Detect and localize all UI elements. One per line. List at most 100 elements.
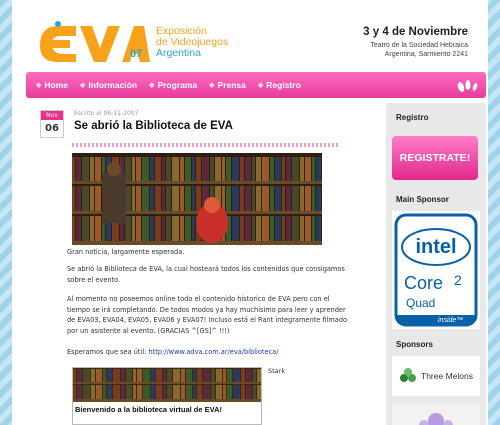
book-spine — [103, 369, 106, 382]
book-spine — [163, 369, 166, 382]
intel-sponsor-logo[interactable]: intel Core 2 Quad inside™ — [392, 211, 480, 329]
intel-word: intel — [415, 236, 456, 258]
book-spine — [167, 369, 172, 382]
book-spine — [192, 186, 195, 211]
book-spine — [91, 369, 95, 382]
book-spine — [77, 385, 82, 399]
book-spine — [76, 186, 81, 211]
book-spine — [316, 216, 321, 241]
book-spine — [211, 385, 215, 399]
book-spine — [136, 216, 141, 241]
nav-item-label: Registro — [266, 80, 301, 90]
book-spine — [282, 216, 285, 241]
bullet-icon: ◆ — [80, 82, 86, 89]
book-spine — [203, 385, 210, 399]
book-spine — [222, 157, 225, 181]
sponsor-logo-partial[interactable] — [392, 403, 480, 425]
book-spine — [305, 186, 311, 211]
book-spine — [173, 385, 180, 399]
book-spine — [286, 157, 291, 181]
sidebar: Registro REGISTRATE! Main Sponsor intel … — [386, 103, 486, 425]
book-spine — [223, 385, 226, 399]
book-spine — [253, 369, 256, 382]
book-spine — [256, 157, 261, 181]
book-spine — [222, 186, 225, 211]
book-spine — [156, 369, 162, 382]
nav-item-prensa[interactable]: ◆ Prensa — [209, 80, 246, 90]
book-spine — [180, 216, 184, 241]
book-spine — [246, 385, 252, 399]
book-spine — [192, 157, 195, 181]
nav-item-registro[interactable]: ◆ Registro — [258, 80, 301, 90]
book-spine — [132, 216, 135, 241]
event-place-line-1: Teatro de la Sociedad Hebraica — [370, 42, 468, 49]
book-spine — [252, 216, 255, 241]
book-spine — [240, 186, 244, 211]
sponsor-name: Three Melons — [421, 371, 473, 381]
book-spine — [292, 186, 299, 211]
book-spine — [181, 369, 185, 382]
post-paragraph-1: Gran noticia, largamente esperada. — [67, 248, 185, 256]
book-spine — [196, 186, 201, 211]
registro-title: Registro — [396, 113, 429, 122]
book-spine — [166, 157, 171, 181]
logo-tagline: Exposición de Videojuegos Argentina — [156, 26, 228, 59]
three-melons-sponsor[interactable]: Three Melons — [392, 356, 480, 396]
melons-icon — [400, 368, 417, 382]
biblioteca-link[interactable]: http://www.adva.com.ar/eva/biblioteca/ — [148, 348, 278, 356]
sponsors-title: Sponsors — [396, 340, 433, 349]
library-hero-image — [72, 153, 322, 245]
book-spine — [103, 385, 106, 399]
book-spine — [232, 216, 239, 241]
intel-inside: inside™ — [438, 317, 463, 324]
post-title[interactable]: Se abrió la Biblioteca de EVA — [74, 120, 233, 132]
book-spine — [232, 157, 239, 181]
book-spine — [282, 186, 285, 211]
book-spine — [300, 216, 304, 241]
date-day: 06 — [45, 123, 59, 134]
book-spine — [275, 216, 281, 241]
book-spine — [233, 369, 240, 382]
intel-core: Core — [404, 273, 443, 293]
book-spine — [137, 369, 142, 382]
register-button[interactable]: REGISTRATE! — [392, 136, 478, 180]
book-spine — [300, 157, 304, 181]
nav-item-label: Prensa — [217, 80, 246, 90]
book-spine — [286, 186, 291, 211]
book-spine — [216, 369, 222, 382]
book-spine — [202, 157, 209, 181]
book-spine — [245, 216, 251, 241]
book-spine — [215, 157, 221, 181]
post-written-date: Escrito el 06-11-2007 — [74, 110, 139, 117]
book-spine — [185, 157, 191, 181]
book-spine — [257, 385, 261, 399]
book-spine — [95, 216, 101, 241]
book-spine — [257, 369, 261, 382]
book-spine — [275, 157, 281, 181]
book-spine — [151, 385, 155, 399]
book-spine — [143, 385, 150, 399]
book-spine — [185, 216, 191, 241]
book-spine — [162, 216, 165, 241]
logo-line-3: Argentina — [156, 47, 201, 59]
book-spine — [305, 216, 311, 241]
book-spine — [262, 157, 269, 181]
book-spine — [196, 157, 201, 181]
nav-item-informacion[interactable]: ◆ Información — [80, 80, 137, 90]
splash-icon — [457, 80, 478, 92]
book-spine — [275, 186, 281, 211]
book-spine — [72, 157, 75, 181]
date-month: Nov — [41, 111, 63, 120]
intel-logo-icon: intel Core 2 Quad inside™ — [394, 213, 478, 327]
book-spine — [133, 369, 136, 382]
nav-item-programa[interactable]: ◆ Programa — [149, 80, 197, 90]
book-spine — [72, 216, 75, 241]
biblioteca-thumbnail[interactable]: Bienvenido a la biblioteca virtual de EV… — [72, 367, 262, 425]
book-spine — [172, 157, 179, 181]
book-spine — [82, 157, 89, 181]
book-spine — [76, 157, 81, 181]
nav-item-label: Programa — [157, 80, 198, 90]
book-spine — [270, 157, 274, 181]
nav-item-home[interactable]: ◆ Home — [36, 80, 68, 90]
book-spine — [216, 385, 222, 399]
